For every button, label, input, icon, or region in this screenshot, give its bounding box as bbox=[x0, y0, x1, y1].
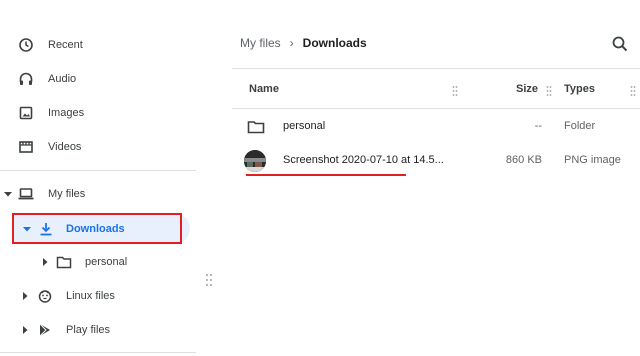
sidebar-item-label: Images bbox=[48, 107, 85, 119]
annotation-underline bbox=[246, 174, 406, 176]
table-row[interactable]: personal -- Folder bbox=[232, 110, 640, 144]
film-icon bbox=[16, 137, 36, 157]
breadcrumb-current[interactable]: Downloads bbox=[303, 36, 367, 50]
sidebar-item-label: Recent bbox=[48, 39, 83, 51]
sidebar-item-label: Downloads bbox=[66, 222, 125, 235]
caret-down-icon[interactable] bbox=[22, 224, 32, 234]
folder-icon bbox=[246, 117, 266, 137]
sidebar-item-downloads[interactable]: Downloads bbox=[12, 213, 190, 244]
splitter-handle-icon[interactable] bbox=[205, 272, 213, 288]
column-resize-icon[interactable] bbox=[546, 84, 552, 96]
sidebar-divider bbox=[0, 170, 196, 171]
download-icon bbox=[36, 219, 56, 239]
sidebar-item-audio[interactable]: Audio bbox=[0, 63, 192, 95]
breadcrumb-root[interactable]: My files bbox=[240, 36, 281, 50]
sidebar-item-images[interactable]: Images bbox=[0, 97, 192, 129]
sidebar-item-label: personal bbox=[85, 256, 128, 268]
sidebar-item-play-files[interactable]: Play files bbox=[0, 314, 192, 346]
breadcrumb-separator: › bbox=[289, 36, 294, 50]
laptop-icon bbox=[16, 184, 36, 204]
sidebar-item-recent[interactable]: Recent bbox=[0, 29, 192, 61]
sidebar-item-label: My files bbox=[48, 188, 86, 200]
column-header-size[interactable]: Size bbox=[516, 83, 538, 95]
headphones-icon bbox=[16, 69, 36, 89]
sidebar-divider bbox=[0, 352, 196, 353]
sidebar: Recent Audio Images Videos My files Down… bbox=[0, 0, 200, 356]
header-divider bbox=[232, 108, 640, 109]
table-row[interactable]: Screenshot 2020-07-10 at 14.5... 860 KB … bbox=[232, 144, 640, 178]
column-header-types[interactable]: Types bbox=[564, 83, 595, 95]
caret-right-icon[interactable] bbox=[20, 291, 30, 301]
sidebar-item-label: Linux files bbox=[66, 290, 115, 302]
file-list-pane: My files › Downloads Name Size Types per… bbox=[222, 0, 640, 356]
column-resize-icon[interactable] bbox=[630, 84, 636, 96]
folder-icon bbox=[54, 252, 74, 272]
sidebar-item-label: Audio bbox=[48, 73, 77, 85]
column-resize-icon[interactable] bbox=[452, 84, 458, 96]
file-type: Folder bbox=[564, 120, 596, 132]
header-divider bbox=[232, 68, 640, 69]
image-icon bbox=[16, 103, 36, 123]
file-name: Screenshot 2020-07-10 at 14.5... bbox=[283, 154, 444, 166]
image-thumbnail bbox=[244, 150, 266, 172]
caret-right-icon[interactable] bbox=[40, 257, 50, 267]
sidebar-item-label: Play files bbox=[66, 324, 111, 336]
play-store-icon bbox=[35, 320, 55, 340]
file-name: personal bbox=[283, 120, 326, 132]
breadcrumb: My files › Downloads bbox=[240, 36, 367, 50]
sidebar-item-label: Videos bbox=[48, 141, 82, 153]
file-type: PNG image bbox=[564, 154, 621, 166]
sidebar-item-videos[interactable]: Videos bbox=[0, 131, 192, 163]
sidebar-item-my-files[interactable]: My files bbox=[0, 178, 192, 210]
file-size: 860 KB bbox=[505, 154, 542, 166]
sidebar-item-personal[interactable]: personal bbox=[0, 246, 192, 278]
search-icon[interactable] bbox=[610, 34, 630, 54]
penguin-icon bbox=[35, 286, 55, 306]
file-size: -- bbox=[534, 120, 542, 132]
caret-right-icon[interactable] bbox=[20, 325, 30, 335]
clock-icon bbox=[16, 35, 36, 55]
sidebar-item-linux-files[interactable]: Linux files bbox=[0, 280, 192, 312]
column-header-name[interactable]: Name bbox=[249, 83, 279, 95]
caret-down-icon[interactable] bbox=[3, 189, 13, 199]
